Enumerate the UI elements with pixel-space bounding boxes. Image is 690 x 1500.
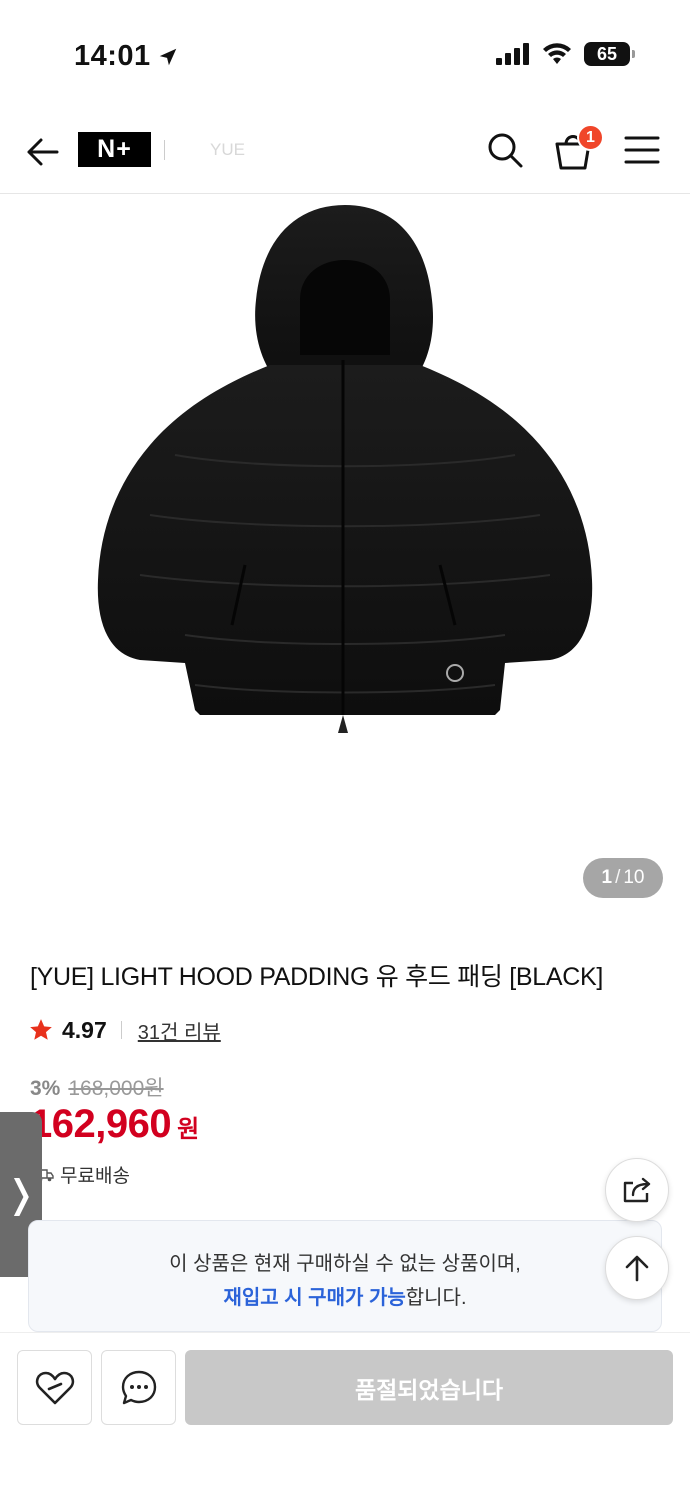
share-icon [623,1177,651,1203]
clock-text: 14:01 [74,40,151,72]
discount-rate: 3% [30,1077,61,1100]
search-button[interactable] [485,130,525,170]
shipping-text: 무료배송 [60,1166,130,1187]
notice-highlight: 재입고 시 구매가 가능 [223,1287,406,1309]
chevron-right-icon: ❭ [5,1174,37,1216]
shipping-info: 무료배송 [36,1161,130,1188]
chat-icon [121,1370,156,1404]
image-counter-total: 10 [623,867,645,888]
brand-name[interactable]: YUE [210,140,245,160]
discount-row: 3% 168,000원 [30,1072,164,1102]
chat-button[interactable] [101,1350,176,1425]
wishlist-button[interactable] [17,1350,92,1425]
menu-button[interactable] [624,132,660,168]
search-icon [488,133,523,168]
review-count-link[interactable]: 31건 리뷰 [138,1016,221,1045]
signal-icon [496,43,529,65]
price-unit: 원 [177,1116,200,1143]
scroll-top-button[interactable] [605,1236,669,1300]
original-price: 168,000원 [68,1077,164,1100]
soldout-button[interactable]: 품절되었습니다 [185,1350,673,1425]
battery-level: 65 [596,43,618,64]
battery-icon: 65 [584,42,635,66]
jacket-image [97,205,593,733]
product-title: [YUE] LIGHT HOOD PADDING 유 후드 패딩 [BLACK] [30,963,604,991]
top-navigation: N+ YUE [0,110,690,194]
status-bar: 14:01 65 [0,0,690,110]
bottom-action-bar: 품절되었습니다 [0,1332,690,1500]
price-row: 162,960 원 [30,1102,199,1147]
arrow-up-icon [625,1255,649,1282]
menu-icon [624,136,660,164]
back-button[interactable] [22,132,62,172]
rating-divider [120,1021,122,1039]
notice-rest: 합니다. [405,1287,467,1309]
share-button[interactable] [605,1158,669,1222]
heart-icon [35,1371,74,1404]
product-image[interactable] [0,195,690,930]
status-indicators: 65 [496,42,635,66]
image-counter: 1 / 10 [583,858,663,898]
star-icon [30,1019,52,1040]
wifi-icon [543,43,571,64]
unavailable-notice: 이 상품은 현재 구매하실 수 없는 상품이며, 재입고 시 구매가 가능합니다… [28,1220,662,1332]
sale-price: 162,960 [30,1102,172,1146]
rating-value: 4.97 [62,1016,107,1043]
image-counter-separator: / [615,867,621,888]
notice-line-1: 이 상품은 현재 구매하실 수 없는 상품이며, [169,1253,521,1275]
image-counter-current: 1 [601,867,613,888]
location-arrow-icon [159,48,176,65]
soldout-label: 품절되었습니다 [354,1376,504,1403]
rating-row: 4.97 31건 리뷰 [28,1015,221,1045]
status-time: 14:01 [74,40,179,73]
logo-divider [164,140,165,160]
notice-line-2: 재입고 시 구매가 가능합니다. [29,1281,661,1310]
logo-text: N+ [97,135,132,163]
cart-count-badge: 1 [577,124,604,151]
back-arrow-icon [27,138,59,166]
logo[interactable]: N+ [78,132,151,167]
